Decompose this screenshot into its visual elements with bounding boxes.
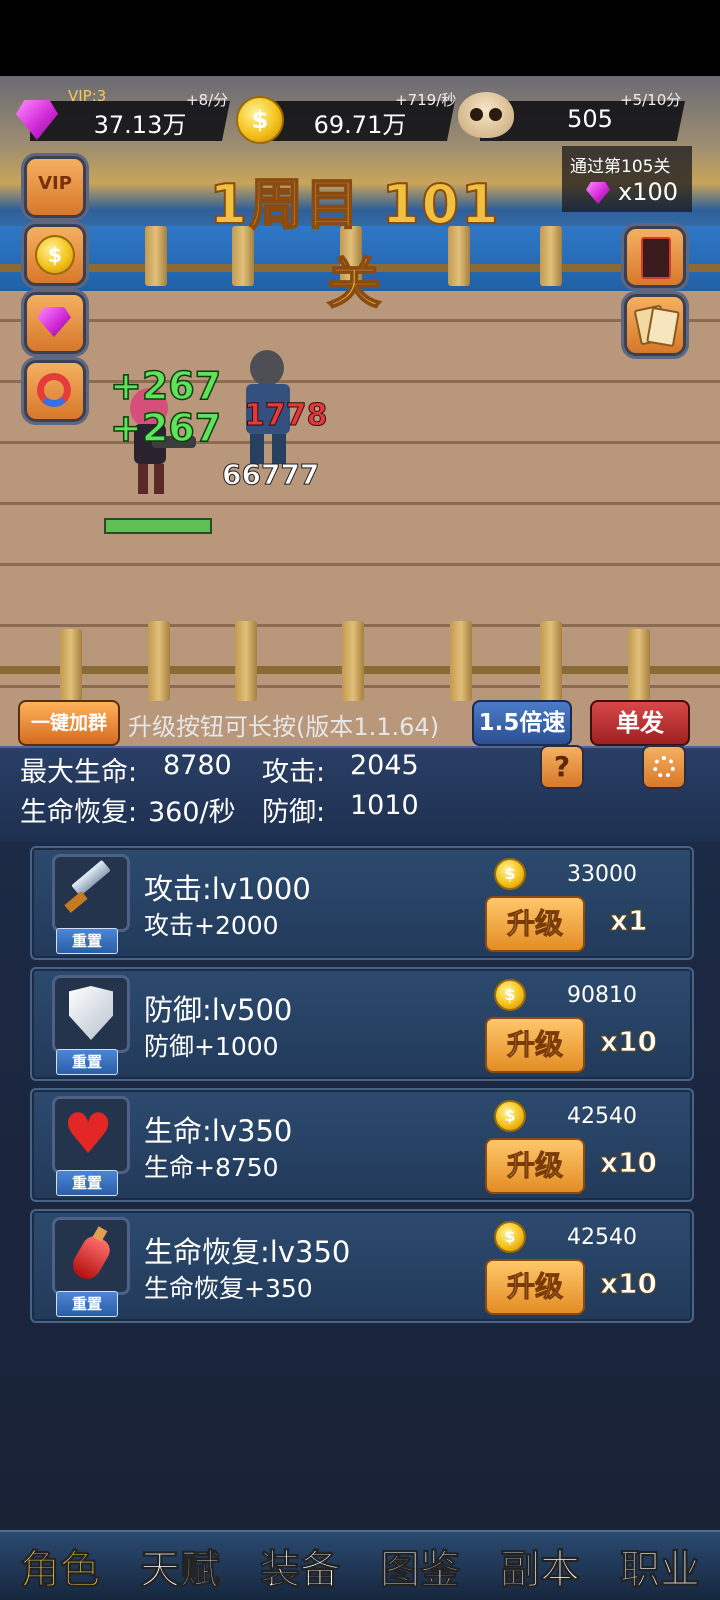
- upgrade-bonus: 生命+8750: [144, 1153, 279, 1182]
- cards-button[interactable]: [624, 294, 686, 356]
- stats-panel: 最大生命: 8780 攻击: 2045 生命恢复: 360/秒 防御: 1010…: [0, 745, 720, 844]
- gem-icon: [586, 182, 610, 204]
- tab-codex[interactable]: 图鉴: [380, 1537, 461, 1595]
- attack-label: 攻击:: [262, 757, 326, 788]
- player-damage-number: 66777: [221, 458, 320, 492]
- vip-label: VIP:3: [68, 87, 107, 105]
- enemy-damage-number: 1778: [244, 398, 328, 434]
- coin-icon: $: [494, 979, 526, 1011]
- pass-reward: x100: [618, 178, 679, 206]
- coin-value: 69.71万: [313, 111, 407, 139]
- settings-button[interactable]: [642, 745, 686, 789]
- max-hp-label: 最大生命:: [20, 757, 138, 788]
- card-back-icon: [641, 237, 671, 279]
- front-fence: [0, 621, 720, 701]
- upgrade-button[interactable]: 升级: [485, 1138, 585, 1194]
- upgrade-card-defense: 重置 防御:lv500 防御+1000 $ 90810 升级 x10: [30, 967, 694, 1081]
- player-health-bar: [104, 518, 212, 534]
- bottom-nav: 角色 天赋 装备 图鉴 副本 职业: [0, 1530, 720, 1600]
- attack-value: 2045: [350, 750, 419, 781]
- upgrade-button[interactable]: 升级: [485, 1259, 585, 1315]
- tab-class[interactable]: 职业: [620, 1537, 701, 1595]
- coin-icon: $: [494, 1221, 526, 1253]
- heal-number: +267: [109, 363, 222, 409]
- coin-shop-button[interactable]: $: [24, 224, 86, 286]
- upgrade-name: 攻击:lv1000: [144, 872, 311, 906]
- tab-talent[interactable]: 天赋: [140, 1537, 221, 1595]
- reset-button[interactable]: 重置: [56, 928, 118, 954]
- upgrade-price: 42540: [567, 1104, 637, 1129]
- multiplier-toggle[interactable]: x1: [610, 904, 649, 938]
- help-button[interactable]: ?: [540, 745, 584, 789]
- gear-icon: [653, 756, 675, 778]
- upgrade-bonus: 生命恢复+350: [144, 1274, 313, 1303]
- tab-equipment[interactable]: 装备: [260, 1537, 341, 1595]
- upgrade-name: 防御:lv500: [144, 993, 293, 1027]
- max-hp-value: 8780: [163, 750, 232, 781]
- upgrade-price: 90810: [567, 983, 637, 1008]
- magnet-button[interactable]: [24, 360, 86, 422]
- stage-title: 1周目 101关: [208, 172, 501, 316]
- multiplier-toggle[interactable]: x10: [599, 1025, 657, 1059]
- join-group-button[interactable]: 一键加群: [18, 700, 120, 746]
- magnet-icon: [37, 373, 71, 407]
- reset-button[interactable]: 重置: [56, 1170, 118, 1196]
- skull-value: 505: [567, 105, 613, 133]
- upgrade-price: 33000: [567, 862, 637, 887]
- tab-character[interactable]: 角色: [20, 1537, 101, 1595]
- upgrade-card-regen: 重置 生命恢复:lv350 生命恢复+350 $ 42540 升级 x10: [30, 1209, 694, 1323]
- upgrade-name: 生命恢复:lv350: [144, 1235, 351, 1269]
- vip-button[interactable]: VIP: [24, 156, 86, 218]
- speed-button[interactable]: 1.5倍速: [472, 700, 572, 746]
- single-shot-button[interactable]: 单发: [590, 700, 690, 746]
- version-hint: 升级按钮可长按(版本1.1.64): [128, 713, 440, 741]
- multiplier-toggle[interactable]: x10: [599, 1146, 657, 1180]
- knife-icon: [52, 854, 130, 932]
- gem-shop-button[interactable]: [24, 292, 86, 354]
- pass-label: 通过第105关: [570, 157, 671, 177]
- upgrade-button[interactable]: 升级: [485, 896, 585, 952]
- shield-icon: [52, 975, 130, 1053]
- pass-reward-box: 通过第105关 x100: [562, 146, 692, 212]
- regen-label: 生命恢复:: [20, 797, 138, 828]
- reset-button[interactable]: 重置: [56, 1049, 118, 1075]
- upgrade-card-hp: ♥ 重置 生命:lv350 生命+8750 $ 42540 升级 x10: [30, 1088, 694, 1202]
- coin-icon: $: [236, 96, 284, 144]
- coin-icon: $: [35, 235, 75, 275]
- status-bar: [0, 0, 720, 76]
- upgrade-card-attack: 重置 攻击:lv1000 攻击+2000 $ 33000 升级 x1: [30, 846, 694, 960]
- defense-value: 1010: [350, 790, 419, 821]
- gem-icon: [37, 307, 71, 337]
- regen-value: 360/秒: [148, 797, 236, 828]
- reset-button[interactable]: 重置: [56, 1291, 118, 1317]
- skull-icon: [458, 92, 514, 138]
- tab-dungeon[interactable]: 副本: [500, 1537, 581, 1595]
- multiplier-toggle[interactable]: x10: [599, 1267, 657, 1301]
- card-back-button[interactable]: [624, 226, 686, 288]
- vip-label: VIP: [38, 173, 72, 194]
- potion-icon: [52, 1217, 130, 1295]
- coin-icon: $: [494, 858, 526, 890]
- upgrade-bonus: 攻击+2000: [144, 911, 279, 940]
- heart-icon: ♥: [52, 1096, 130, 1174]
- heal-number: +267: [109, 405, 222, 451]
- gem-value: 37.13万: [93, 111, 187, 139]
- upgrade-bonus: 防御+1000: [144, 1032, 279, 1061]
- upgrade-name: 生命:lv350: [144, 1114, 293, 1148]
- upgrade-button[interactable]: 升级: [485, 1017, 585, 1073]
- defense-label: 防御:: [262, 797, 326, 828]
- coin-icon: $: [494, 1100, 526, 1132]
- upgrade-price: 42540: [567, 1225, 637, 1250]
